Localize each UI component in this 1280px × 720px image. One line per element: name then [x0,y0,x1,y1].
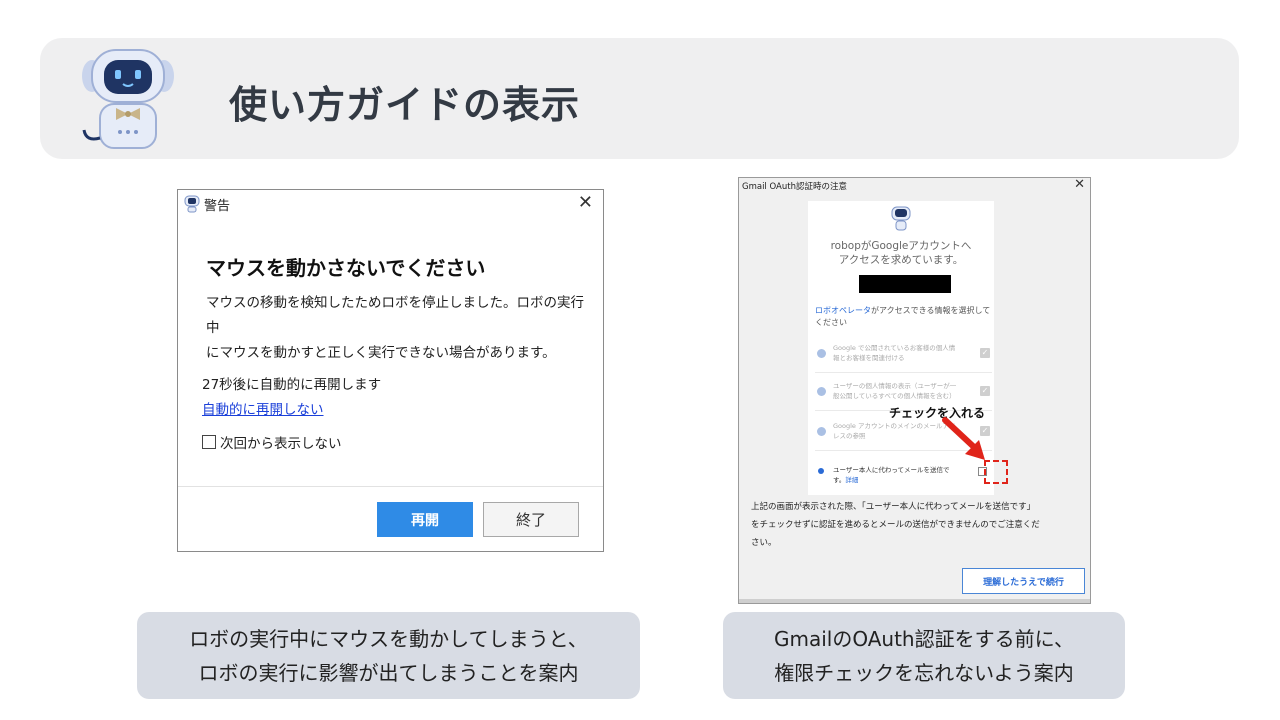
permission-line: Google で公開されているお客様の個人情 [833,344,956,352]
divider [178,486,603,487]
close-icon[interactable]: ✕ [1074,177,1085,192]
red-arrow-icon [942,417,985,460]
dont-show-again-label: 次回から表示しない [220,436,342,452]
permission-text: ユーザー本人に代わってメールを送信で す。詳細 [833,465,971,485]
warning-message: マウスの移動を検知したためロボを停止しました。ロボの実行中 にマウスを動かすと正… [206,291,586,366]
operator-link: ロボオペレータ [815,306,871,315]
notice-line: さい。 [751,538,777,548]
page-title: 使い方ガイドの表示 [229,83,581,127]
consent-heading: robopがGoogleアカウントへ アクセスを求めています。 [808,239,994,267]
disable-auto-resume-link[interactable]: 自動的に再開しない [202,398,324,418]
permission-line: す。 [833,476,846,484]
warning-heading: マウスを動かさないでください [206,256,486,280]
permission-item: Google で公開されているお客様の個人情 報とお客様を関連付ける ✓ [815,335,992,373]
permission-line: ユーザー本人に代わってメールを送信で [833,466,950,474]
notice-line: 上記の画面が表示された際、「ユーザー本人に代わってメールを送信です」 [751,502,1036,512]
notice-line: をチェックせずに認証を進めるとメールの送信ができませんのでご注意くだ [751,520,1040,530]
robot-app-icon [184,195,200,213]
horizontal-scrollbar[interactable] [739,599,1090,603]
caption-line: GmailのOAuth認証をする前に、 [773,626,1074,651]
warning-message-line: にマウスを動かすと正しく実行できない場合があります。 [206,345,556,361]
robot-mascot-icon [82,49,174,149]
consent-heading-line: robopがGoogleアカウントへ [830,240,972,252]
consent-select-text: ロボオペレータがアクセスできる情報を選択して ください [815,305,995,329]
resume-button[interactable]: 再開 [377,502,473,537]
permission-line: ユーザーの個人情報の表示（ユーザーが一 [833,382,957,390]
dialog-title: 警告 [204,199,231,214]
end-button[interactable]: 終了 [483,502,579,537]
mouse-warning-dialog: 警告 ✕ マウスを動かさないでください マウスの移動を検知したためロボを停止しま… [177,189,604,552]
google-account-icon [817,427,826,436]
permission-line: 報とお客様を関連付ける [833,354,905,362]
warning-message-line: マウスの移動を検知したためロボを停止しました。ロボの実行中 [206,295,584,336]
caption-line: 権限チェックを忘れないよう案内 [774,660,1074,685]
detail-link[interactable]: 詳細 [845,476,858,484]
google-account-icon [817,349,826,358]
dialog-title: Gmail OAuth認証時の注意 [742,182,847,192]
permission-text: ユーザーの個人情報の表示（ユーザーが一 般公開しているすべての個人情報を含む） [833,381,971,401]
guide-header: 使い方ガイドの表示 [40,38,1239,159]
consent-heading-line: アクセスを求めています。 [838,254,964,266]
checked-checkbox-icon: ✓ [980,386,990,396]
select-text-line2: ください [815,318,847,327]
oauth-notice-text: 上記の画面が表示された際、「ユーザー本人に代わってメールを送信です」 をチェック… [751,498,1085,552]
checked-checkbox-icon: ✓ [980,348,990,358]
google-account-icon [817,387,826,396]
permission-text: Google で公開されているお客様の個人情 報とお客様を関連付ける [833,343,971,363]
oauth-caption: GmailのOAuth認証をする前に、 権限チェックを忘れないよう案内 [723,612,1125,699]
checkbox-icon[interactable] [202,435,216,449]
caption-line: ロボの実行に影響が出てしまうことを案内 [198,660,579,685]
understand-continue-button[interactable]: 理解したうえで続行 [962,568,1085,594]
close-icon[interactable]: ✕ [578,192,593,213]
caption-line: ロボの実行中にマウスを動かしてしまうと、 [189,626,588,651]
highlight-box [984,460,1008,484]
select-text: がアクセスできる情報を選択して [871,306,991,315]
permission-line: 般公開しているすべての個人情報を含む） [833,392,956,400]
robot-app-icon [891,206,911,231]
auto-resume-countdown: 27秒後に自動的に再開します [202,377,382,393]
bullet-icon [818,468,824,474]
dont-show-again-checkbox[interactable]: 次回から表示しない [202,432,342,452]
gmail-oauth-notice-dialog: Gmail OAuth認証時の注意 ✕ robopがGoogleアカウントへ ア… [738,177,1091,604]
mouse-warning-caption: ロボの実行中にマウスを動かしてしまうと、 ロボの実行に影響が出てしまうことを案内 [137,612,640,699]
redacted-account [859,275,951,293]
